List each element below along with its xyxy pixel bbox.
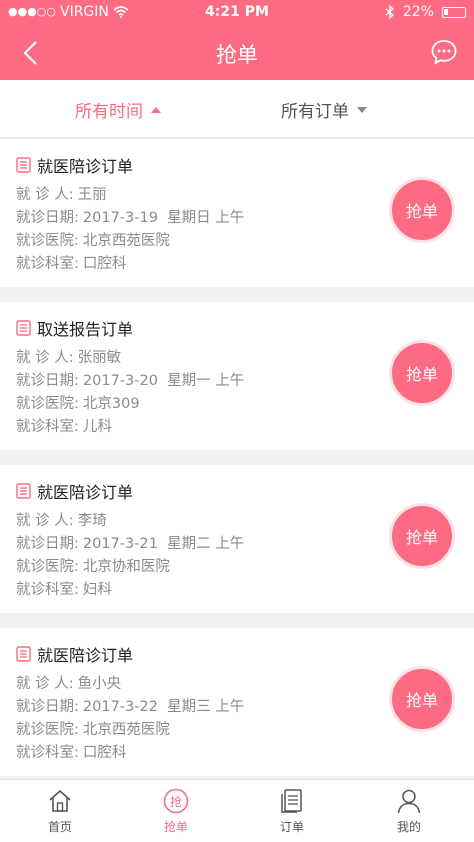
dept-name: 妇科: [82, 582, 112, 598]
battery-icon: [442, 6, 466, 18]
patient-name: 鱼小央: [77, 676, 122, 692]
date-label: 就诊日期:: [16, 210, 79, 226]
dept-row: 就诊科室: 口腔科: [16, 252, 126, 273]
dept-row: 就诊科室: 妇科: [16, 578, 112, 599]
patient-row: 就 诊 人: 鱼小央: [16, 672, 121, 693]
grab-order-button[interactable]: 抢单: [389, 666, 455, 732]
grab-order-button[interactable]: 抢单: [389, 503, 455, 569]
date-row: 就诊日期: 2017-3-19 星期日 上午: [16, 206, 244, 227]
filter-order-label: 所有订单: [281, 102, 349, 122]
dept-name: 口腔科: [82, 256, 127, 272]
header: ●●●○○ VIRGIN 4:21 PM 22% 抢单: [0, 0, 474, 80]
battery-percent: 22%: [402, 4, 434, 20]
caret-up-icon: [151, 106, 161, 113]
grab-order-icon: 抢: [163, 788, 189, 814]
caret-down-icon: [357, 106, 367, 113]
patient-label: 就 诊 人:: [16, 350, 74, 366]
page-title: 抢单: [216, 43, 258, 67]
visit-date: 2017-3-22 星期三 上午: [82, 699, 245, 715]
hospital-row: 就诊医院: 北京西苑医院: [16, 718, 170, 739]
document-icon: [16, 157, 31, 173]
patient-label: 就 诊 人:: [16, 513, 74, 529]
date-row: 就诊日期: 2017-3-22 星期三 上午: [16, 695, 244, 716]
date-row: 就诊日期: 2017-3-21 星期二 上午: [16, 532, 244, 553]
date-row: 就诊日期: 2017-3-20 星期一 上午: [16, 369, 244, 390]
order-title: 取送报告订单: [37, 320, 134, 339]
date-label: 就诊日期:: [16, 699, 79, 715]
dept-label: 就诊科室:: [16, 419, 79, 435]
order-card[interactable]: 取送报告订单 就 诊 人: 张丽敏 就诊日期: 2017-3-20 星期一 上午 就…: [0, 302, 474, 450]
grab-order-button[interactable]: 抢单: [389, 177, 455, 243]
hospital-row: 就诊医院: 北京309: [16, 392, 140, 413]
hospital-row: 就诊医院: 北京西苑医院: [16, 229, 170, 250]
chat-bubble-icon[interactable]: [430, 38, 458, 66]
filter-order-type[interactable]: 所有订单: [281, 97, 367, 122]
order-card[interactable]: 就医陪诊订单 就 诊 人: 王丽 就诊日期: 2017-3-19 星期日 上午 就诊…: [0, 139, 474, 287]
tab-orders[interactable]: 订单: [252, 788, 332, 835]
tab-home-label: 首页: [47, 820, 72, 834]
hospital-name: 北京西苑医院: [82, 722, 170, 738]
dept-name: 口腔科: [82, 745, 127, 761]
document-icon: [16, 483, 31, 499]
visit-date: 2017-3-19 星期日 上午: [82, 210, 245, 226]
date-label: 就诊日期:: [16, 536, 79, 552]
patient-row: 就 诊 人: 张丽敏: [16, 346, 121, 367]
dept-row: 就诊科室: 口腔科: [16, 741, 126, 762]
filter-time-label: 所有时间: [75, 102, 143, 122]
hospital-name: 北京协和医院: [82, 559, 170, 575]
svg-text:抢: 抢: [170, 794, 182, 809]
patient-name: 李琦: [77, 513, 107, 529]
tab-bar: 首页 抢 抢单 订单 我的: [0, 779, 474, 842]
tab-orders-label: 订单: [279, 820, 304, 834]
hospital-label: 就诊医院:: [16, 233, 79, 249]
patient-name: 张丽敏: [77, 350, 122, 366]
hospital-label: 就诊医院:: [16, 559, 79, 575]
order-title: 就医陪诊订单: [37, 157, 134, 176]
patient-label: 就 诊 人:: [16, 187, 74, 203]
order-card[interactable]: 就医陪诊订单 就 诊 人: 鱼小央 就诊日期: 2017-3-22 星期三 上午 就…: [0, 628, 474, 776]
tab-profile[interactable]: 我的: [369, 788, 449, 835]
hospital-label: 就诊医院:: [16, 722, 79, 738]
tab-grab-label: 抢单: [163, 820, 188, 834]
patient-row: 就 诊 人: 李琦: [16, 509, 107, 530]
dept-row: 就诊科室: 儿科: [16, 415, 112, 436]
dept-label: 就诊科室:: [16, 745, 79, 761]
order-title: 就医陪诊订单: [37, 646, 134, 665]
visit-date: 2017-3-21 星期二 上午: [82, 536, 245, 552]
dept-name: 儿科: [82, 419, 112, 435]
visit-date: 2017-3-20 星期一 上午: [82, 373, 245, 389]
grab-order-button[interactable]: 抢单: [389, 340, 455, 406]
nav-bar: 抢单: [0, 24, 474, 80]
patient-label: 就 诊 人:: [16, 676, 74, 692]
tab-profile-label: 我的: [396, 820, 421, 834]
date-label: 就诊日期:: [16, 373, 79, 389]
document-icon: [16, 320, 31, 336]
patient-row: 就 诊 人: 王丽: [16, 183, 107, 204]
order-card[interactable]: 就医陪诊订单 就 诊 人: 李琦 就诊日期: 2017-3-21 星期二 上午 就诊…: [0, 465, 474, 613]
dept-label: 就诊科室:: [16, 582, 79, 598]
home-icon: [49, 789, 71, 812]
hospital-name: 北京西苑医院: [82, 233, 170, 249]
status-bar: ●●●○○ VIRGIN 4:21 PM 22%: [0, 0, 474, 24]
tab-home[interactable]: 首页: [20, 788, 100, 835]
order-title: 就医陪诊订单: [37, 483, 134, 502]
bluetooth-icon: [385, 5, 394, 19]
user-icon: [397, 789, 421, 814]
hospital-row: 就诊医院: 北京协和医院: [16, 555, 170, 576]
filter-bar: 所有时间 所有订单: [0, 80, 474, 138]
filter-time[interactable]: 所有时间: [75, 97, 161, 122]
order-list-icon: [281, 789, 302, 813]
document-icon: [16, 646, 31, 662]
patient-name: 王丽: [77, 187, 107, 203]
tab-grab[interactable]: 抢 抢单: [136, 788, 216, 835]
hospital-label: 就诊医院:: [16, 396, 79, 412]
dept-label: 就诊科室:: [16, 256, 79, 272]
hospital-name: 北京309: [82, 396, 140, 412]
